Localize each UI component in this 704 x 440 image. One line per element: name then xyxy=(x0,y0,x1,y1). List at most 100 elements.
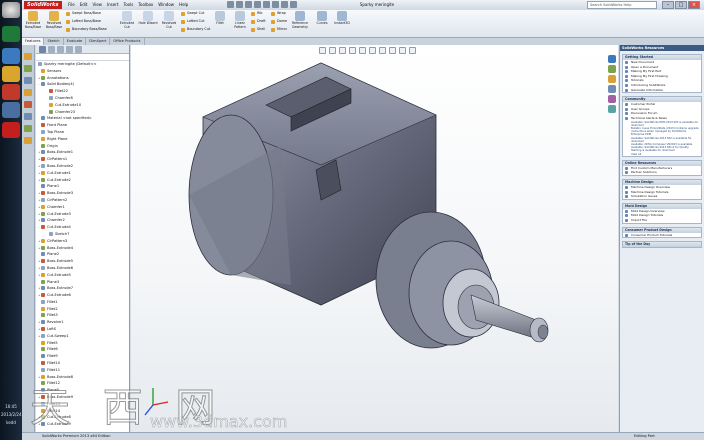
rebuild-icon[interactable] xyxy=(281,1,288,8)
menu-window[interactable]: Window xyxy=(158,1,174,9)
tool-icon[interactable] xyxy=(24,65,32,72)
tree-node[interactable]: + Cut-Extrude1 xyxy=(36,170,129,177)
tree-root[interactable]: Sparky meringite (Default<< xyxy=(36,61,129,68)
view-palette-tab-icon[interactable] xyxy=(608,85,616,93)
reference-geometry-button[interactable]: Reference Geometry xyxy=(288,11,312,29)
taskbar-app-icon[interactable] xyxy=(2,26,20,42)
tree-node[interactable]: Cut-Extrude10 xyxy=(36,102,129,109)
tree-node[interactable]: Plane2 xyxy=(36,251,129,258)
tree-node[interactable]: Origin xyxy=(36,143,129,150)
tree-node[interactable]: Material <not specified> xyxy=(36,115,129,122)
spindle-motor-model[interactable] xyxy=(131,45,618,432)
dimxpert-manager-tab-icon[interactable] xyxy=(66,46,73,53)
menu-tools[interactable]: Tools xyxy=(123,1,133,9)
tree-node[interactable]: Front Plane xyxy=(36,122,129,129)
solidworks-logo[interactable]: SolidWorks xyxy=(24,1,62,9)
tree-node[interactable]: - Cut-Extrude4 xyxy=(36,224,129,231)
tree-node[interactable]: Chamfer23 xyxy=(36,109,129,116)
new-doc-icon[interactable] xyxy=(227,1,234,8)
options-icon[interactable] xyxy=(290,1,297,8)
tab-dimxpert[interactable]: DimXpert xyxy=(86,38,111,45)
taskbar-app-icon[interactable] xyxy=(2,84,20,100)
tree-node[interactable]: Fillet22 xyxy=(36,88,129,95)
tree-node[interactable]: + Boss-Extrude3 xyxy=(36,190,129,197)
help-search-input[interactable]: Search SolidWorks Help xyxy=(587,1,657,9)
linear-pattern-button[interactable]: Linear Pattern xyxy=(230,11,250,29)
mirror-button[interactable]: Mirror xyxy=(271,27,287,32)
tree-node[interactable]: + Revolve1 xyxy=(36,319,129,326)
section-title[interactable]: Tip of the Day xyxy=(623,242,701,248)
tree-node[interactable]: + CirPattern3 xyxy=(36,238,129,245)
tree-node[interactable]: + CirPattern2 xyxy=(36,197,129,204)
resources-tab-icon[interactable] xyxy=(608,55,616,63)
tree-node[interactable]: Fillet1 xyxy=(36,299,129,306)
tool-icon[interactable] xyxy=(24,137,32,144)
tree-node[interactable]: Chamfer8 xyxy=(36,95,129,102)
tree-node[interactable]: Plane1 xyxy=(36,183,129,190)
minimize-button[interactable]: – xyxy=(662,1,674,9)
swept-cut-button[interactable]: Swept Cut xyxy=(181,11,204,16)
tool-icon[interactable] xyxy=(24,101,32,108)
instant3d-button[interactable]: Instant3D xyxy=(332,11,352,26)
tool-icon[interactable] xyxy=(24,125,32,132)
tree-node[interactable]: + Cut-Extrude6 xyxy=(36,292,129,299)
boundary-boss-button[interactable]: Boundary Boss/Base xyxy=(66,27,107,32)
tree-node[interactable]: Plane3 xyxy=(36,279,129,286)
resource-link[interactable]: Consumer Product Tutorials xyxy=(623,233,701,238)
save-icon[interactable] xyxy=(245,1,252,8)
tab-evaluate[interactable]: Evaluate xyxy=(64,38,87,45)
shell-button[interactable]: Shell xyxy=(251,27,265,32)
tree-node[interactable]: + Boss-Extrude6 xyxy=(36,265,129,272)
tree-node[interactable]: - Solid Bodies(4) xyxy=(36,81,129,88)
tool-icon[interactable] xyxy=(24,89,32,96)
design-library-tab-icon[interactable] xyxy=(608,65,616,73)
tool-icon[interactable] xyxy=(24,113,32,120)
graphics-area[interactable] xyxy=(131,45,618,432)
lofted-cut-button[interactable]: Lofted Cut xyxy=(181,19,205,24)
menu-help[interactable]: Help xyxy=(179,1,188,9)
tab-features[interactable]: Features xyxy=(22,38,45,45)
resource-link[interactable]: Partner Solutions xyxy=(623,170,701,175)
tree-node[interactable]: + LoftS xyxy=(36,326,129,333)
tree-node[interactable]: Sensors xyxy=(36,68,129,75)
tree-node[interactable]: + Cut-Sweep1 xyxy=(36,333,129,340)
tree-node[interactable]: Fillet3 xyxy=(36,312,129,319)
tree-node[interactable]: + Boss-Extrude4 xyxy=(36,245,129,252)
menu-file[interactable]: File xyxy=(68,1,75,9)
extruded-cut-button[interactable]: Extruded Cut xyxy=(117,11,137,29)
undo-icon[interactable] xyxy=(263,1,270,8)
extruded-boss-button[interactable]: Extruded Boss/Base xyxy=(23,11,43,29)
tree-filter[interactable] xyxy=(36,54,129,61)
select-icon[interactable] xyxy=(272,1,279,8)
menu-edit[interactable]: Edit xyxy=(80,1,88,9)
revolved-cut-button[interactable]: Revolved Cut xyxy=(159,11,179,29)
display-manager-tab-icon[interactable] xyxy=(75,46,82,53)
tree-node[interactable]: Sketch7 xyxy=(36,231,129,238)
clock-time[interactable]: 16:45 xyxy=(1,404,21,410)
news-link[interactable]: View All xyxy=(623,153,701,156)
print-icon[interactable] xyxy=(254,1,261,8)
resource-link[interactable]: Generate Information xyxy=(623,88,701,93)
tree-node[interactable]: + Boss-Extrude1 xyxy=(36,149,129,156)
tree-node[interactable]: + Cut-Extrude3 xyxy=(36,211,129,218)
menu-insert[interactable]: Insert xyxy=(107,1,118,9)
file-explorer-tab-icon[interactable] xyxy=(608,75,616,83)
taskbar-app-icon[interactable] xyxy=(2,66,20,82)
resource-link[interactable]: Technical Alerts & News xyxy=(623,116,701,121)
resource-link[interactable]: Import File xyxy=(623,218,701,223)
tree-node[interactable]: Right Plane xyxy=(36,136,129,143)
solidworks-taskbar-icon[interactable] xyxy=(2,122,20,138)
hole-wizard-button[interactable]: Hole Wizard xyxy=(138,11,158,26)
tree-node[interactable]: Fillet2 xyxy=(36,306,129,313)
boundary-cut-button[interactable]: Boundary Cut xyxy=(181,27,210,32)
taskbar-app-icon[interactable] xyxy=(2,48,20,64)
draft-button[interactable]: Draft xyxy=(251,19,266,24)
feature-manager-tab-icon[interactable] xyxy=(39,46,46,53)
dome-button[interactable]: Dome xyxy=(271,19,287,24)
tree-node[interactable]: + Boss-Extrude5 xyxy=(36,258,129,265)
appearances-tab-icon[interactable] xyxy=(608,95,616,103)
menu-toolbox[interactable]: Toolbox xyxy=(138,1,153,9)
rib-button[interactable]: Rib xyxy=(251,11,262,16)
swept-boss-button[interactable]: Swept Boss/Base xyxy=(66,11,101,16)
tree-node[interactable]: Fillet9 xyxy=(36,353,129,360)
